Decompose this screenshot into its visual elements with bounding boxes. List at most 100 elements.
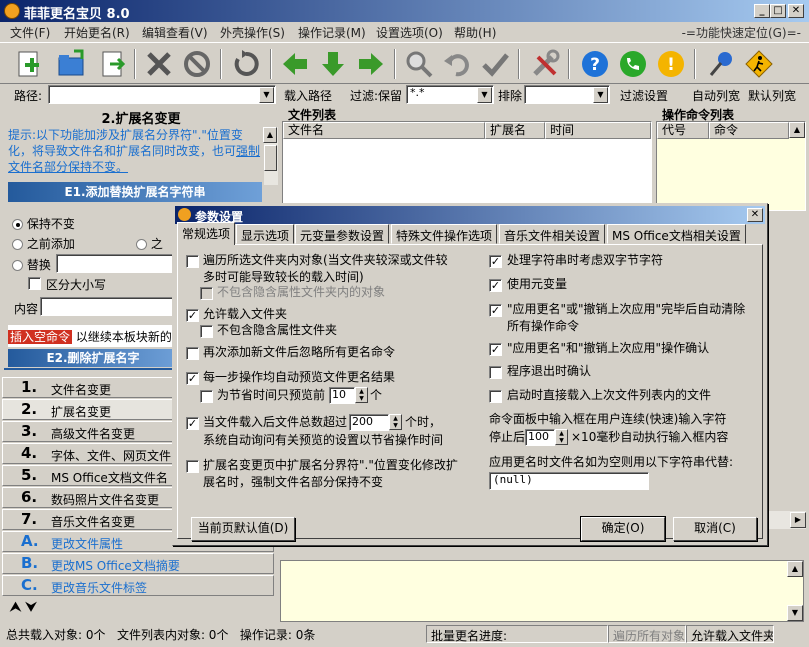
- arrow-right-icon[interactable]: [354, 47, 388, 81]
- scroll-right-icon[interactable]: ▶: [790, 512, 806, 528]
- dialog-close-button[interactable]: ✕: [747, 208, 763, 222]
- left-scrollbar[interactable]: ▲: [263, 127, 278, 185]
- threshold-input[interactable]: 200: [349, 414, 389, 431]
- chevron-down-icon[interactable]: ▼: [477, 87, 492, 103]
- check-icon[interactable]: [478, 47, 512, 81]
- scroll-up-icon[interactable]: ▲: [263, 127, 277, 143]
- insert-cmd-button[interactable]: 插入空命令: [8, 330, 73, 344]
- scroll-up-icon[interactable]: ▲: [787, 561, 803, 577]
- default-button[interactable]: 当前页默认值(D): [191, 517, 295, 541]
- allow-folder-checkbox[interactable]: ✓: [186, 309, 199, 322]
- tab-general[interactable]: 常规选项: [177, 222, 236, 245]
- refresh-icon[interactable]: [228, 47, 262, 81]
- threshold-spinner[interactable]: ▲ ▼: [389, 414, 402, 430]
- load-file-icon[interactable]: [96, 47, 130, 81]
- scroll-up-icon[interactable]: ▲: [789, 122, 805, 138]
- add-file-icon[interactable]: [12, 47, 46, 81]
- menu-file[interactable]: 文件(F): [10, 24, 50, 41]
- keep-unchanged-radio[interactable]: 保持不变: [12, 215, 75, 232]
- pin-icon[interactable]: [704, 47, 738, 81]
- preview-count-input[interactable]: 10: [329, 387, 355, 404]
- info-icon[interactable]: !: [654, 47, 688, 81]
- ok-button[interactable]: 确定(O): [580, 516, 666, 542]
- arrow-down-icon[interactable]: [316, 47, 350, 81]
- filter-settings-button[interactable]: 过滤设置: [620, 87, 668, 104]
- menu-op-records[interactable]: 操作记录(M): [298, 24, 366, 41]
- arrow-left-icon[interactable]: [278, 47, 312, 81]
- tab-metavar[interactable]: 元变量参数设置: [295, 224, 390, 244]
- menu-help[interactable]: 帮助(H): [454, 24, 496, 41]
- path-combo[interactable]: ▼: [48, 85, 276, 104]
- ignore-cmds-checkbox[interactable]: [186, 347, 199, 360]
- replace-input[interactable]: [56, 254, 176, 273]
- col-time[interactable]: 时间: [545, 122, 651, 139]
- null-replacement-input[interactable]: (null): [489, 472, 649, 490]
- scroll-thumb[interactable]: [264, 145, 277, 171]
- confirm-exit-checkbox[interactable]: [489, 366, 502, 379]
- undo-icon[interactable]: [440, 47, 474, 81]
- add-folder-icon[interactable]: [54, 47, 88, 81]
- status-counts: 总共载入对象: 0个 文件列表内对象: 0个 操作记录: 0条: [2, 625, 426, 643]
- dbcs-checkbox[interactable]: ✓: [489, 255, 502, 268]
- traverse-checkbox[interactable]: [186, 255, 199, 268]
- help-icon[interactable]: ?: [578, 47, 612, 81]
- tab-music[interactable]: 音乐文件相关设置: [499, 224, 606, 244]
- exit-icon[interactable]: [742, 47, 776, 81]
- menu-edit-view[interactable]: 编辑查看(V): [142, 24, 208, 41]
- quick-locate[interactable]: -=功能快速定位(G)=-: [682, 24, 801, 41]
- collapse-expand-icon[interactable]: ⮝ ⮟: [10, 600, 37, 615]
- keep-filename-checkbox[interactable]: [186, 460, 199, 473]
- filter-combo[interactable]: *.* ▼: [406, 85, 494, 104]
- chevron-down-icon[interactable]: ▼: [259, 87, 274, 103]
- nav-item-b[interactable]: B. 更改MS Office文档摘要: [2, 553, 274, 574]
- tab-special-file[interactable]: 特殊文件操作选项: [391, 224, 498, 244]
- auto-width-button[interactable]: 自动列宽: [692, 87, 740, 104]
- exclude-hidden-checkbox[interactable]: [200, 287, 213, 300]
- auto-clear-checkbox[interactable]: ✓: [489, 304, 502, 317]
- search-icon[interactable]: [402, 47, 436, 81]
- delete-icon[interactable]: [142, 47, 176, 81]
- load-last-checkbox[interactable]: [489, 390, 502, 403]
- nav-item-c[interactable]: C. 更改音乐文件标签: [2, 575, 274, 596]
- threshold-line2: 系统自动询问有关预览的设置以节省操作时间: [203, 433, 444, 447]
- typing-delay-input[interactable]: 100: [525, 429, 555, 446]
- maximize-button[interactable]: □: [770, 4, 786, 18]
- preview-count-spinner[interactable]: ▲ ▼: [355, 387, 368, 403]
- menu-start-rename[interactable]: 开始更名(R): [64, 24, 130, 41]
- exclude-combo[interactable]: ▼: [524, 85, 610, 104]
- chevron-down-icon[interactable]: ▼: [593, 87, 608, 103]
- metavar-checkbox[interactable]: ✓: [489, 279, 502, 292]
- file-list[interactable]: 文件名 扩展名 时间: [282, 121, 652, 211]
- cancel-icon[interactable]: [180, 47, 214, 81]
- load-path-button[interactable]: 载入路径: [284, 87, 332, 104]
- menu-shell-ops[interactable]: 外壳操作(S): [220, 24, 285, 41]
- typing-delay-spinner[interactable]: ▲ ▼: [555, 429, 568, 445]
- tab-msoffice[interactable]: MS Office文档相关设置: [607, 224, 746, 244]
- phone-icon[interactable]: [616, 47, 650, 81]
- cancel-button[interactable]: 取消(C): [673, 517, 757, 541]
- confirm-apply-checkbox[interactable]: ✓: [489, 343, 502, 356]
- threshold-checkbox[interactable]: ✓: [186, 417, 199, 430]
- replace-radio[interactable]: 替换: [12, 256, 51, 273]
- col-extension[interactable]: 扩展名: [485, 122, 545, 139]
- e1-header: E1.添加替换扩展名字符串: [8, 182, 262, 202]
- tools-icon[interactable]: [528, 47, 562, 81]
- default-width-button[interactable]: 默认列宽: [748, 87, 796, 104]
- prepend-radio[interactable]: 之前添加: [12, 235, 75, 252]
- preview-first-checkbox[interactable]: [200, 390, 213, 403]
- no-hidden-folder-checkbox[interactable]: [200, 325, 213, 338]
- minimize-button[interactable]: _: [754, 4, 770, 18]
- case-sensitive-checkbox[interactable]: [28, 277, 41, 290]
- col-command[interactable]: 命令: [709, 122, 789, 139]
- close-button[interactable]: ✕: [788, 4, 804, 18]
- auto-preview-checkbox[interactable]: ✓: [186, 372, 199, 385]
- input-area[interactable]: ▲ ▼: [280, 560, 804, 622]
- menu-settings[interactable]: 设置选项(O): [376, 24, 443, 41]
- cmd-list[interactable]: 代号 命令 ▲: [656, 121, 806, 211]
- append-radio[interactable]: 之: [136, 235, 163, 252]
- col-code[interactable]: 代号: [657, 122, 709, 139]
- col-filename[interactable]: 文件名: [283, 122, 485, 139]
- content-input[interactable]: [40, 297, 176, 316]
- tab-display[interactable]: 显示选项: [236, 224, 295, 244]
- scroll-down-icon[interactable]: ▼: [787, 605, 803, 621]
